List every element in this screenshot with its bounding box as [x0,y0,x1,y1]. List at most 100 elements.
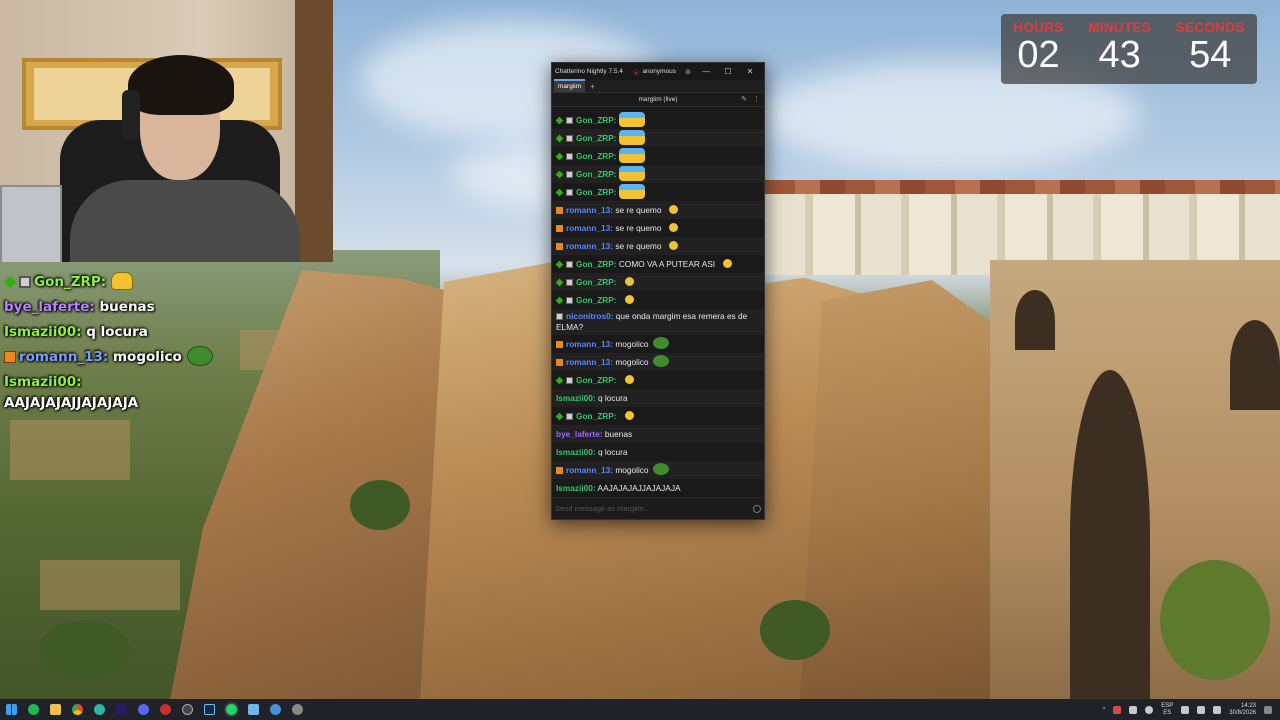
subscriber-badge-icon [566,377,573,384]
chat-message[interactable]: romann_13: mogolico [552,335,764,353]
chat-username[interactable]: Gon_ZRP: [576,151,617,161]
chat-username[interactable]: romann_13: [566,339,613,349]
taskbar-notepad[interactable] [242,699,264,720]
chat-message[interactable]: Gon_ZRP: [552,371,764,389]
chat-message[interactable]: Gon_ZRP: [552,407,764,425]
field [40,560,180,610]
taskbar-chrome[interactable] [66,699,88,720]
taskbar-explorer[interactable] [44,699,66,720]
microphone-icon[interactable] [1145,705,1154,714]
taskbar-chatterino-2[interactable] [286,699,308,720]
chat-message[interactable]: romann_13: mogolico [552,461,764,479]
tray-app-icon[interactable] [1113,705,1122,714]
chat-message[interactable]: bye_laferte: buenas [552,425,764,443]
chat-message[interactable]: Gon_ZRP: [552,291,764,309]
chat-username[interactable]: Gon_ZRP: [576,259,617,269]
taskbar-app[interactable] [154,699,176,720]
chat-text: mogolico [615,357,649,367]
wave-emote-icon [618,166,645,181]
account-switcher[interactable]: ⦿ anonymous ⚙ [633,67,691,77]
streamer-hair [128,55,234,115]
chat-username[interactable]: romann_13: [566,205,613,215]
chat-message[interactable]: romann_13: mogolico [552,353,764,371]
split-title: margiim (live) [638,96,678,103]
input-language[interactable]: ESP ES [1161,703,1173,717]
chat-username[interactable]: Gon_ZRP: [576,133,617,143]
notification-icon[interactable] [1264,705,1272,714]
chat-message[interactable]: romann_13: se re quemo [552,201,764,219]
window-titlebar[interactable]: Chatterino Nightly 7.5.4 ⦿ anonymous ⚙ —… [552,63,764,80]
settings-gear-icon[interactable]: ⚙ [685,68,691,76]
tray-display-icon[interactable] [1129,705,1138,714]
chat-message[interactable]: Gon_ZRP: [552,111,764,129]
chat-message[interactable]: Gon_ZRP: [552,165,764,183]
face-emote-icon [624,295,634,304]
field [10,420,130,480]
chat-username[interactable]: Gon_ZRP: [576,295,617,305]
minimize-button[interactable]: — [695,67,717,76]
more-options-icon[interactable]: ⋮ [753,95,760,103]
chat-username[interactable]: Ismazii00: [556,483,596,493]
chat-username[interactable]: niconitros0: [566,311,613,321]
chat-username[interactable]: Gon_ZRP: [576,411,617,421]
message-input[interactable] [555,504,753,513]
overlay-username: Ismazii00: [4,324,82,340]
chat-text: COMO VA A PUTEAR ASI [618,259,716,269]
chat-username[interactable]: romann_13: [566,223,613,233]
chat-username[interactable]: Gon_ZRP: [576,169,617,179]
tab-margiim[interactable]: margiim [554,79,586,92]
add-tab-button[interactable]: + [590,82,595,92]
network-icon[interactable] [1181,705,1190,714]
chat-username[interactable]: romann_13: [566,465,613,475]
taskbar-edge[interactable] [88,699,110,720]
language-code: ESP [1161,702,1174,709]
taskbar-premiere[interactable] [110,699,132,720]
chat-username[interactable]: Gon_ZRP: [576,187,617,197]
chat-message[interactable]: Gon_ZRP: [552,273,764,291]
chat-message[interactable]: romann_13: se re quemo [552,219,764,237]
emote-picker-icon[interactable] [753,504,761,513]
edit-icon[interactable]: ✎ [741,95,747,103]
maximize-button[interactable]: ☐ [717,67,739,76]
taskbar-chatterino[interactable] [264,699,286,720]
chat-username[interactable]: Gon_ZRP: [576,277,617,287]
message-list[interactable]: Gon_ZRP: Gon_ZRP: Gon_ZRP: Gon_ZRP: Gon_… [552,111,764,496]
chat-username[interactable]: Gon_ZRP: [576,375,617,385]
cliff-right [800,280,1020,700]
chat-message[interactable]: Ismazii00: AAJAJAJAJJAJAJAJA [552,479,764,496]
chatterino-window[interactable]: Chatterino Nightly 7.5.4 ⦿ anonymous ⚙ —… [551,62,765,520]
shrub [760,600,830,660]
chat-message[interactable]: niconitros0: que onda margim esa remera … [552,309,764,335]
chat-username[interactable]: bye_laferte: [556,429,603,439]
clock[interactable]: 14:23 30/8/2026 [1229,703,1256,717]
subscriber-badge-icon [566,153,573,160]
chat-username[interactable]: romann_13: [566,357,613,367]
split-header[interactable]: margiim (live) ✎ ⋮ [552,93,764,107]
chat-message[interactable]: Gon_ZRP: COMO VA A PUTEAR ASI [552,255,764,273]
taskbar-spotify[interactable] [22,699,44,720]
volume-icon[interactable] [1197,705,1206,714]
close-button[interactable]: ✕ [739,67,761,76]
chat-message[interactable]: Gon_ZRP: [552,183,764,201]
face-emote-icon [669,223,679,232]
taskbar-obs[interactable] [176,699,198,720]
chat-username[interactable]: romann_13: [566,241,613,251]
chat-username[interactable]: Gon_ZRP: [576,115,617,125]
chat-text: mogolico [615,465,649,475]
whatsapp-icon [225,704,237,715]
taskbar-steam[interactable] [198,699,220,720]
chat-text: se re quemo [615,223,662,233]
start-button[interactable] [0,699,22,720]
chat-message[interactable]: Gon_ZRP: [552,129,764,147]
chat-message[interactable]: Ismazii00: q locura [552,443,764,461]
chat-username[interactable]: Ismazii00: [556,393,596,403]
battery-icon[interactable] [1213,705,1222,714]
taskbar-whatsapp[interactable] [220,699,242,720]
tray-overflow-chevron-icon[interactable]: ^ [1102,707,1105,713]
chat-message[interactable]: Ismazii00: q locura [552,389,764,407]
chat-message[interactable]: romann_13: se re quemo [552,237,764,255]
chat-username[interactable]: Ismazii00: [556,447,596,457]
hours-label: HOURS [1013,20,1064,35]
chat-message[interactable]: Gon_ZRP: [552,147,764,165]
taskbar-discord[interactable] [132,699,154,720]
